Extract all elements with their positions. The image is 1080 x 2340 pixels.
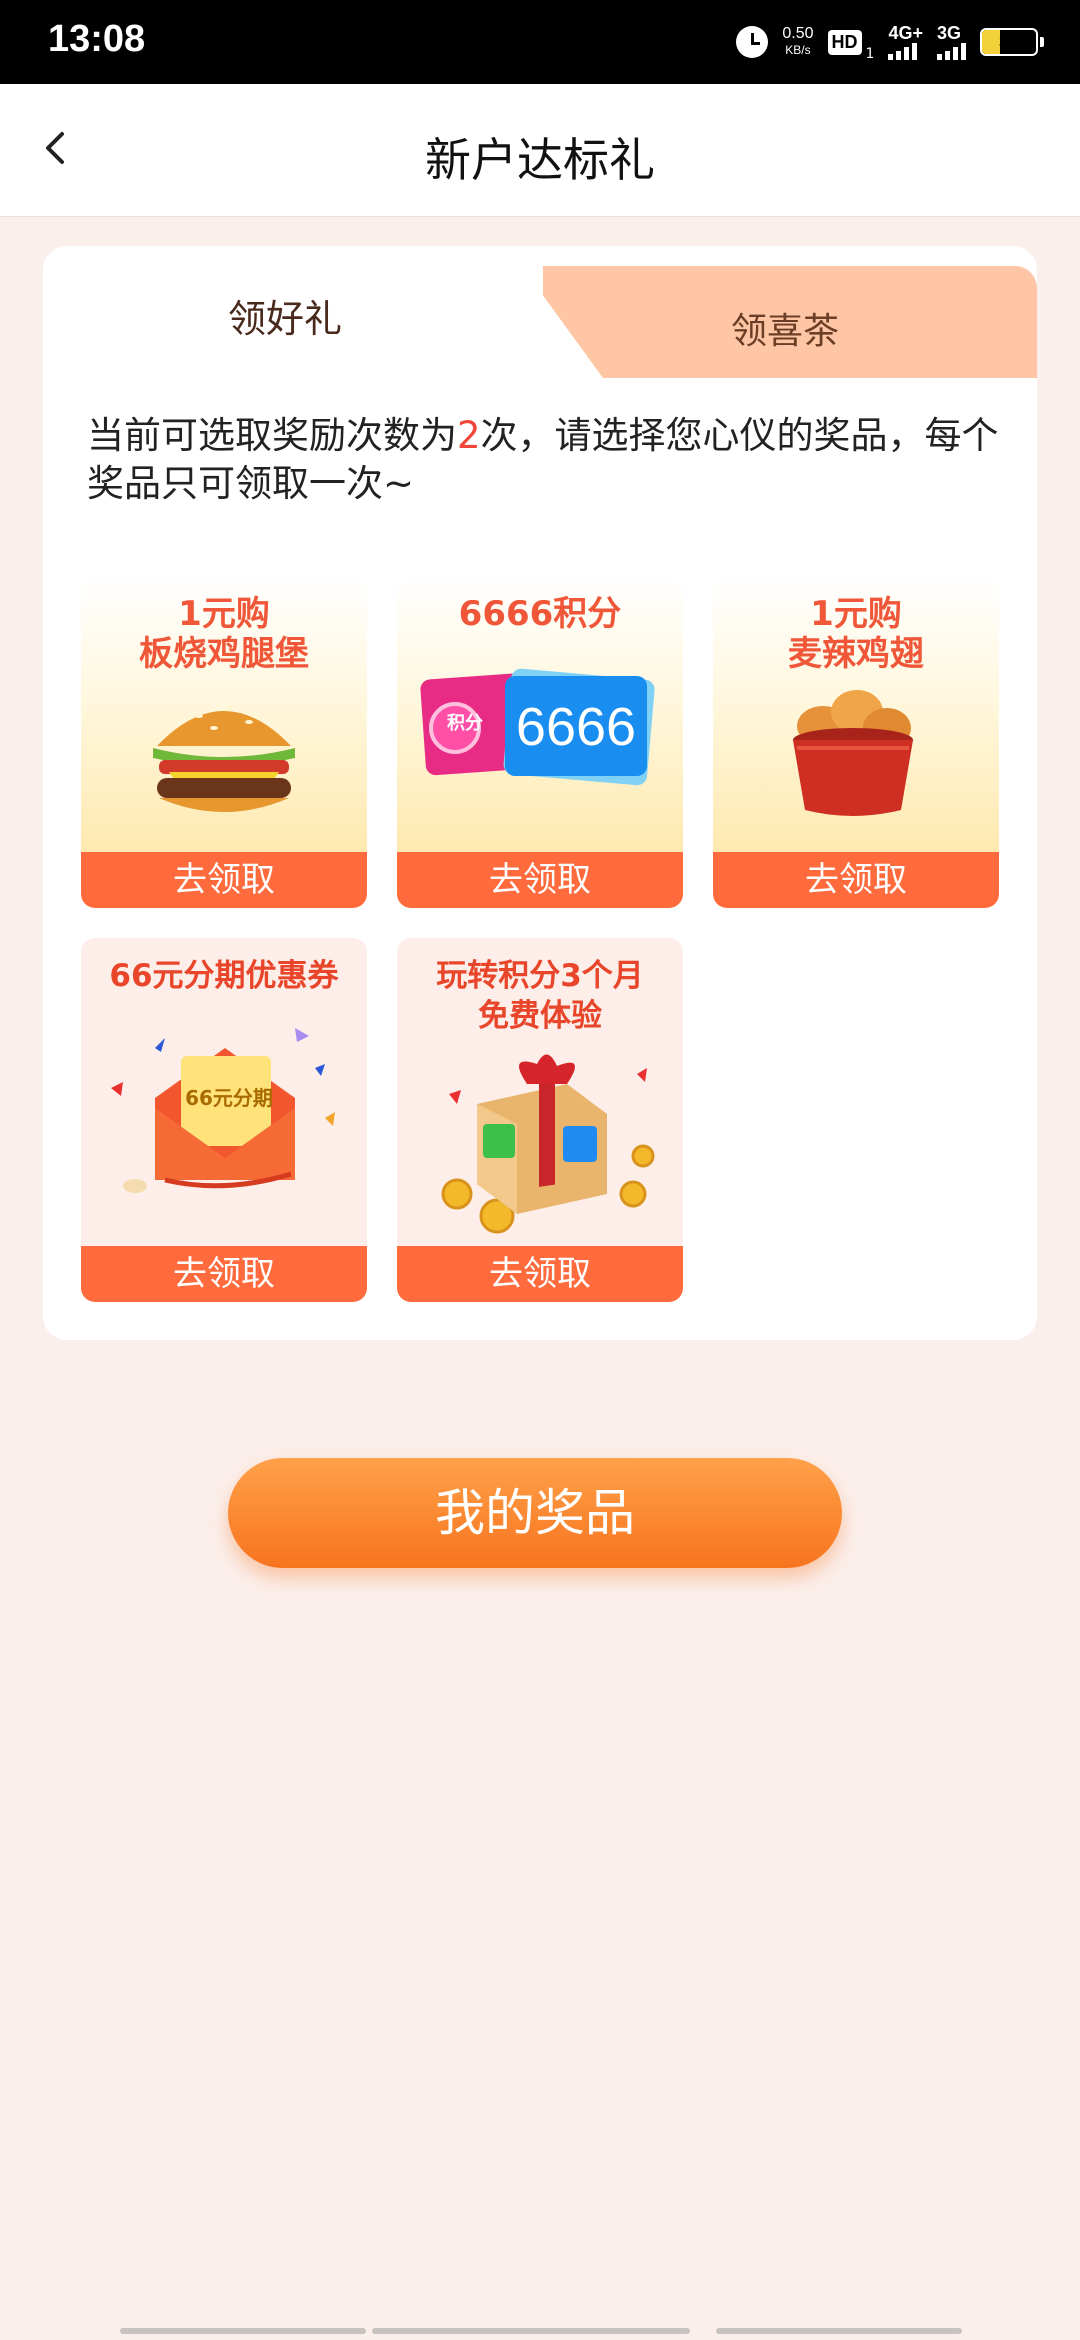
- alarm-icon: [736, 26, 769, 58]
- signal-3g-icon: 3G: [937, 24, 966, 60]
- prize-title-line1: 66元分期优惠券: [109, 958, 339, 994]
- claim-button[interactable]: 去领取: [397, 852, 683, 908]
- nav-header: 新户达标礼: [0, 84, 1080, 217]
- points-badge: 积分: [447, 713, 483, 734]
- nav-bar-segment: [716, 2328, 962, 2334]
- points-card-value: 6666: [515, 697, 637, 757]
- reward-description: 当前可选取奖励次数为2次，请选择您心仪的奖品，每个奖品只可领取一次~: [87, 412, 1007, 508]
- prize-title-line1: 6666积分: [458, 594, 622, 634]
- battery-level: 34: [998, 31, 1020, 52]
- prize-title-line2: 板烧鸡腿堡: [139, 634, 309, 674]
- prize-title-line1: 1元购: [810, 594, 902, 634]
- page-title: 新户达标礼: [425, 133, 655, 187]
- battery-icon: 34: [980, 28, 1038, 56]
- claim-button[interactable]: 去领取: [397, 1246, 683, 1302]
- claim-button[interactable]: 去领取: [81, 1246, 367, 1302]
- gift-card: 领好礼 领喜茶 当前可选取奖励次数为2次，请选择您心仪的奖品，每个奖品只可领取一…: [43, 246, 1037, 1340]
- description-prefix: 当前可选取奖励次数为: [87, 414, 457, 457]
- tab-gifts-label[interactable]: 领好礼: [228, 288, 342, 343]
- hd-icon: HD: [827, 29, 862, 55]
- nav-bar-segment: [372, 2328, 690, 2334]
- prize-title-line1: 玩转积分3个月: [436, 958, 644, 994]
- network-speed: 0.50 KB/s: [782, 26, 813, 58]
- prize-title-line1: 1元购: [178, 594, 270, 634]
- prize-card-installment[interactable]: 66元分期优惠券 66元分期 去领取: [81, 938, 367, 1302]
- signal-3g-label: 3G: [937, 23, 962, 43]
- my-prizes-button[interactable]: 我的奖品: [228, 1458, 842, 1568]
- signal-4g-label: 4G+: [888, 23, 923, 43]
- reward-count: 2: [457, 414, 481, 457]
- prize-card-points[interactable]: 6666积分 积分 6666 去领取: [397, 576, 683, 908]
- prize-card-points-trial[interactable]: 玩转积分3个月 免费体验 去领取: [397, 938, 683, 1302]
- status-time: 13:08: [48, 18, 146, 60]
- status-bar: 13:08 0.50 KB/s HD 1 4G+ 3G 34: [0, 0, 1080, 84]
- prize-title-line2: 免费体验: [478, 998, 602, 1034]
- gift-box-icon: [441, 1054, 655, 1234]
- prize-art: 1元购 麦辣鸡翅: [713, 576, 999, 852]
- network-speed-unit: KB/s: [785, 43, 811, 57]
- claim-button[interactable]: 去领取: [81, 852, 367, 908]
- status-icons: 0.50 KB/s HD 1 4G+ 3G 34: [736, 22, 1044, 62]
- burger-icon: [153, 706, 295, 812]
- prize-card-wings[interactable]: 1元购 麦辣鸡翅 去领取: [713, 576, 999, 908]
- nav-bar-segment: [120, 2328, 366, 2334]
- tab-tea-label[interactable]: 领喜茶: [731, 302, 839, 354]
- prize-art: 1元购 板烧鸡腿堡: [81, 576, 367, 852]
- network-speed-value: 0.50: [782, 25, 814, 42]
- chicken-wings-icon: [793, 690, 913, 816]
- claim-button[interactable]: 去领取: [713, 852, 999, 908]
- signal-4g-icon: 4G+: [888, 24, 923, 60]
- prize-card-burger[interactable]: 1元购 板烧鸡腿堡 去领取: [81, 576, 367, 908]
- prize-art: 6666积分 积分 6666: [397, 576, 683, 852]
- hd-sub: 1: [865, 46, 875, 62]
- prize-title-line2: 麦辣鸡翅: [788, 634, 924, 674]
- coupon-value: 66元分期: [185, 1086, 273, 1110]
- prize-art: 66元分期优惠券 66元分期: [81, 938, 367, 1246]
- prize-art: 玩转积分3个月 免费体验: [397, 938, 683, 1246]
